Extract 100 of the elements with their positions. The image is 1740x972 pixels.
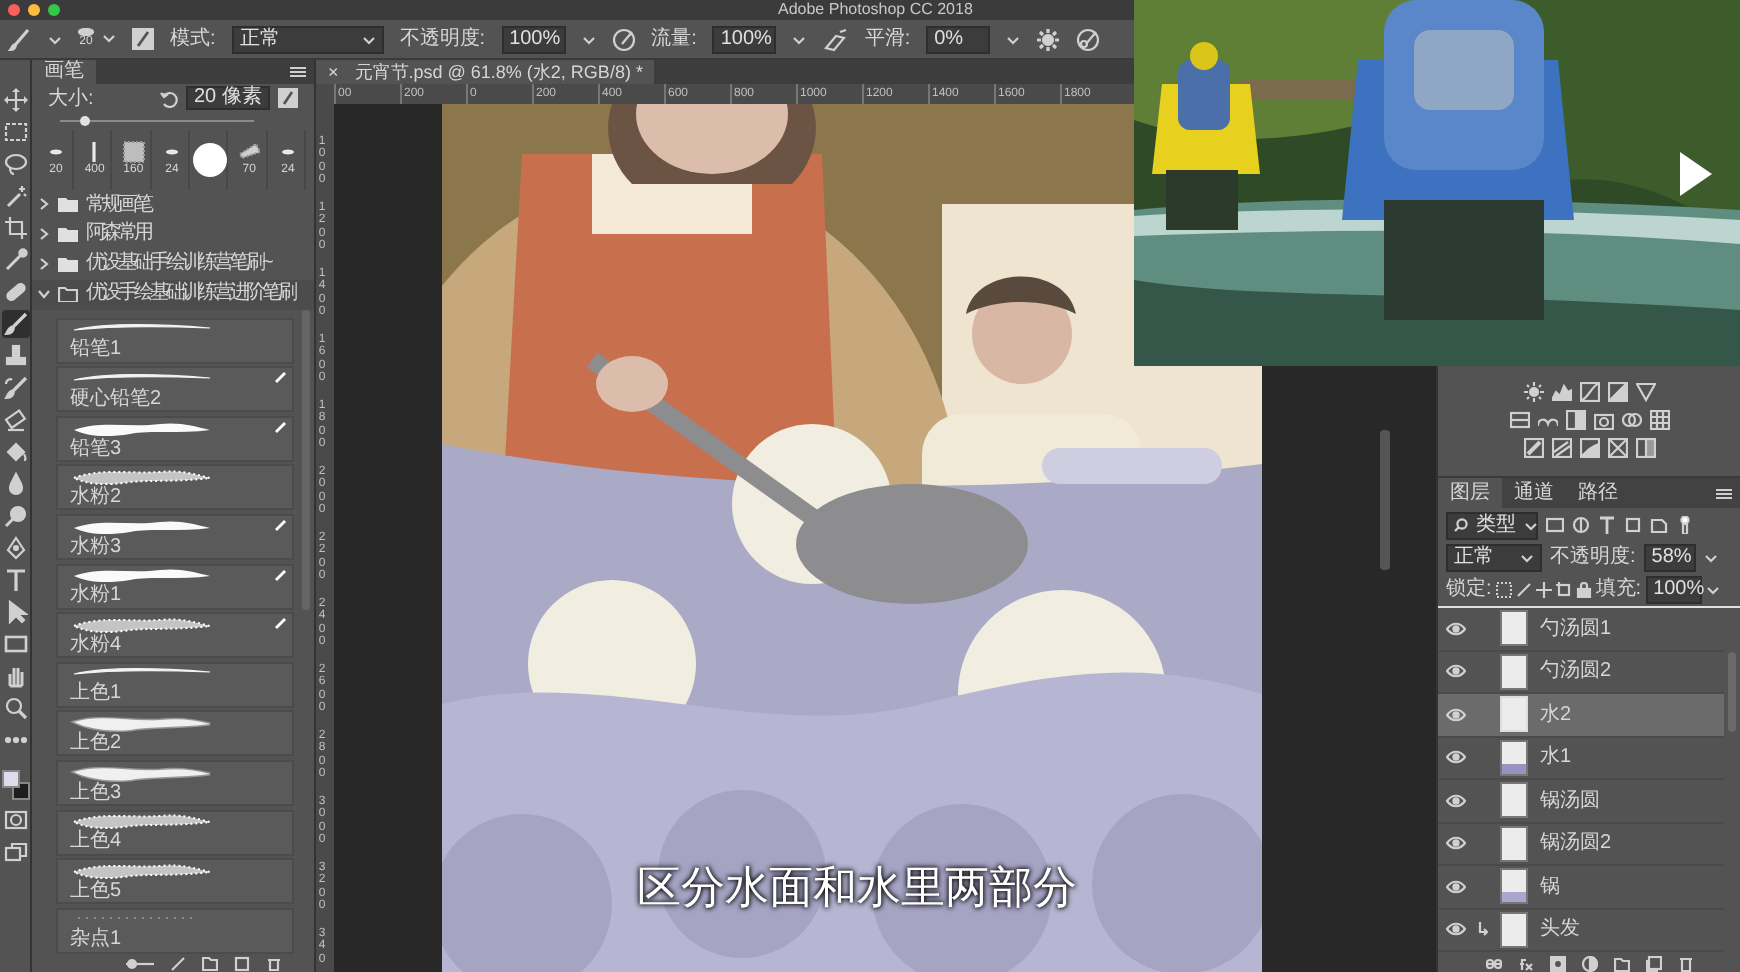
brush-preset-item[interactable]: 铅笔3 <box>56 415 294 462</box>
adjustment-icon[interactable] <box>1581 956 1597 972</box>
selective-color-icon[interactable] <box>1607 438 1627 458</box>
edit-icon[interactable] <box>170 955 186 971</box>
new-icon[interactable] <box>234 955 250 971</box>
brush-preset-item[interactable]: 水粉4 <box>56 612 294 659</box>
artboard-icon[interactable] <box>1555 582 1572 598</box>
tool-button[interactable] <box>1 118 29 146</box>
trash-icon[interactable] <box>1677 956 1693 972</box>
vibrance-icon[interactable] <box>1509 410 1529 430</box>
folder-icon[interactable] <box>1613 956 1629 972</box>
exposure-icon[interactable] <box>1607 382 1627 402</box>
panel-tab[interactable]: 画笔 <box>32 60 96 84</box>
size-field[interactable]: 20 像素 <box>186 86 270 111</box>
caret-icon[interactable] <box>581 33 596 45</box>
triangle-icon[interactable] <box>1635 382 1655 402</box>
tool-button[interactable] <box>1 246 29 274</box>
brush-panel-toggle-icon[interactable] <box>132 28 154 50</box>
smoothing-field[interactable]: 0% <box>926 25 991 53</box>
brush-preset-item[interactable]: 水粉1 <box>56 563 294 610</box>
opacity-field[interactable]: 100% <box>501 25 566 53</box>
type-filter-icon[interactable] <box>1598 516 1616 534</box>
tool-button[interactable] <box>1 566 29 594</box>
move-icon[interactable] <box>1535 582 1552 598</box>
panel-menu-icon[interactable] <box>290 66 306 78</box>
panel-tab[interactable]: 图层 <box>1438 478 1502 508</box>
brush-preset-item[interactable]: 硬心铅笔2 <box>56 366 294 413</box>
threshold-icon[interactable] <box>1579 438 1599 458</box>
tool-button[interactable] <box>1 374 29 402</box>
folder-icon[interactable] <box>202 955 218 971</box>
brush-folder[interactable]: 常规画笔 <box>32 189 314 220</box>
curves-icon[interactable] <box>1579 382 1599 402</box>
slider-thumb[interactable] <box>79 115 90 126</box>
eye-icon[interactable] <box>1446 621 1466 636</box>
eye-icon[interactable] <box>1446 750 1466 765</box>
filter-toggle-icon[interactable] <box>1676 516 1694 534</box>
posterize-icon[interactable] <box>1551 438 1571 458</box>
airbrush-icon[interactable] <box>822 27 849 51</box>
brush-preset-item[interactable]: 上色3 <box>56 759 294 806</box>
image-filter-icon[interactable] <box>1546 516 1564 534</box>
brush-preset-item[interactable]: 上色5 <box>56 858 294 905</box>
link-icon[interactable] <box>1485 956 1501 972</box>
foreground-color-swatch[interactable] <box>2 770 20 788</box>
document-tab[interactable]: × 元宵节.psd @ 61.8% (水2, RGB/8) * <box>316 60 655 84</box>
panel-menu-icon[interactable] <box>1716 487 1732 499</box>
tool-button[interactable] <box>1 694 29 722</box>
panel-tab[interactable]: 通道 <box>1502 478 1566 508</box>
brush-preset-item[interactable]: 上色2 <box>56 710 294 757</box>
brush-panel-toggle-icon[interactable] <box>278 88 298 109</box>
tool-button[interactable] <box>1 438 29 466</box>
filter-dropdown[interactable]: 类型 <box>1446 511 1538 539</box>
tool-button[interactable] <box>1 182 29 210</box>
layer-row[interactable]: 勺汤圆1 <box>1438 608 1724 651</box>
brush-tip-icon[interactable] <box>78 28 94 37</box>
gradient-map-icon[interactable] <box>1635 438 1655 458</box>
tool-button[interactable] <box>1 150 29 178</box>
bw-icon[interactable] <box>1565 410 1585 430</box>
eye-icon[interactable] <box>1446 836 1466 851</box>
layer-row[interactable]: 锅汤圆2 <box>1438 823 1724 866</box>
eye-icon[interactable] <box>1446 879 1466 894</box>
slider-icon[interactable] <box>126 955 154 971</box>
lock-icon[interactable] <box>1575 582 1592 598</box>
layer-row[interactable]: 水1 <box>1438 737 1724 780</box>
invert-icon[interactable] <box>1523 438 1543 458</box>
mode-dropdown[interactable]: 正常 <box>231 25 384 53</box>
brush-preset-item[interactable]: 水粉2 <box>56 464 294 511</box>
brush-folder[interactable]: 优设手绘基础训练营进阶笔刷 <box>32 279 314 310</box>
eye-icon[interactable] <box>1446 664 1466 679</box>
brush-preset-item[interactable]: 上色1 <box>56 661 294 708</box>
tool-button[interactable] <box>1 806 29 834</box>
smart-object-filter-icon[interactable] <box>1650 516 1668 534</box>
brush-folder[interactable]: 阿森常用 <box>32 219 314 250</box>
tool-button[interactable] <box>1 534 29 562</box>
close-button[interactable]: × <box>328 60 339 84</box>
scrollbar[interactable] <box>1380 430 1390 570</box>
brush-preset-item[interactable]: 上色4 <box>56 809 294 855</box>
tool-button[interactable] <box>1 86 29 114</box>
tool-button[interactable] <box>1 502 29 530</box>
mask-icon[interactable] <box>1549 956 1565 972</box>
layer-row[interactable]: 锅 <box>1438 866 1724 909</box>
brush-preset-item[interactable]: 杂点1 <box>56 907 294 954</box>
caret-icon[interactable] <box>102 32 116 45</box>
close-button[interactable] <box>8 4 20 16</box>
caret-icon[interactable] <box>1705 584 1720 596</box>
caret-icon[interactable] <box>1006 33 1021 45</box>
brush-icon[interactable] <box>8 27 32 51</box>
caret-icon[interactable] <box>792 33 807 45</box>
eye-icon[interactable] <box>1446 707 1466 722</box>
brush-tip-icon[interactable] <box>192 141 229 178</box>
lock-pixels-icon[interactable] <box>1495 582 1512 598</box>
brush-tip-icon[interactable] <box>121 140 146 165</box>
reset-icon[interactable] <box>160 89 178 108</box>
shape-filter-icon[interactable] <box>1624 516 1642 534</box>
blend-mode-dropdown[interactable]: 正常 <box>1446 544 1542 572</box>
caret-icon[interactable] <box>48 33 62 45</box>
eye-icon[interactable] <box>1446 793 1466 808</box>
minimize-button[interactable] <box>28 4 40 16</box>
tool-button[interactable] <box>1 838 29 866</box>
pressure-opacity-icon[interactable] <box>611 27 636 51</box>
tool-button[interactable] <box>1 278 29 306</box>
